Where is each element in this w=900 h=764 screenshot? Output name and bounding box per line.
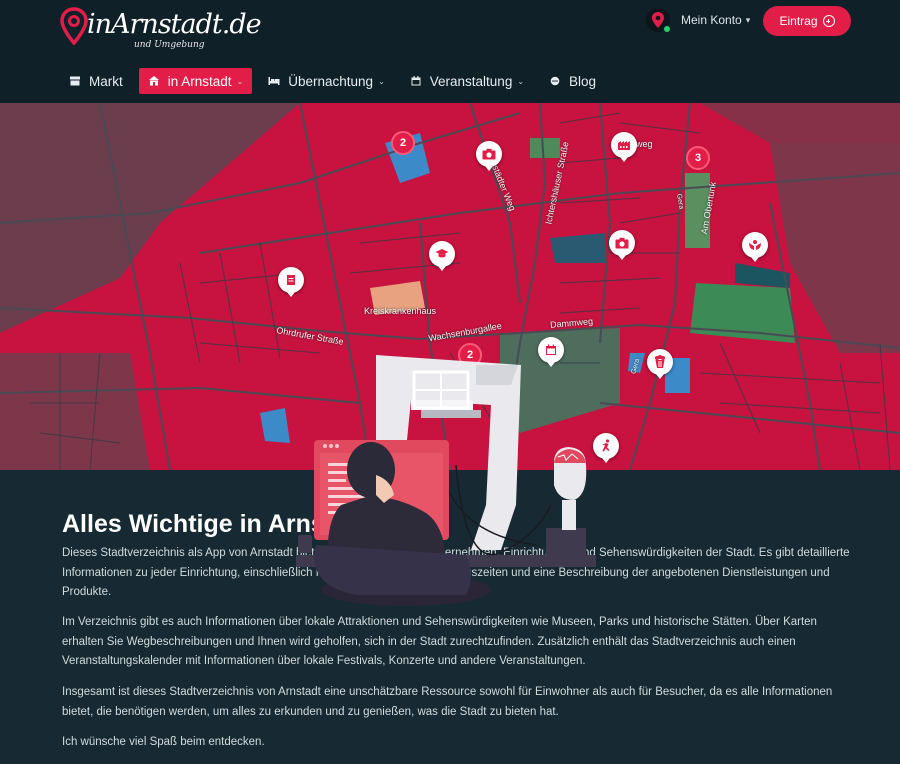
- calendar-icon: [411, 76, 421, 86]
- map-label-hospital: Kreiskrankenhaus: [364, 306, 437, 316]
- bed-icon: [268, 77, 280, 85]
- nav-item-blog[interactable]: Blog: [540, 68, 605, 94]
- nav-label: Übernachtung: [288, 73, 374, 89]
- chevron-down-icon: ▾: [745, 14, 751, 25]
- hands-icon: [749, 240, 761, 250]
- account-label: Mein Konto: [681, 13, 742, 27]
- account-menu[interactable]: Mein Konto ▾: [646, 8, 751, 33]
- logo-wordmark: inArnstadt.de: [87, 9, 262, 40]
- camera-icon: [482, 148, 496, 160]
- map-marker[interactable]: [278, 267, 304, 297]
- map-marker[interactable]: [742, 232, 768, 262]
- nav-item-in-arnstadt[interactable]: in Arnstadt ⌄: [138, 68, 253, 94]
- logo-tagline: und Umgebung: [134, 40, 205, 50]
- nav-item-markt[interactable]: Markt: [60, 68, 132, 94]
- nav-label: in Arnstadt: [167, 73, 232, 89]
- street-label: weg: [636, 139, 653, 149]
- nav-item-veranstaltung[interactable]: Veranstaltung ⌄: [401, 68, 533, 94]
- robot-arm-illustration: [286, 355, 596, 606]
- online-status-dot: [663, 25, 671, 33]
- nav-label: Markt: [89, 73, 123, 89]
- map-marker[interactable]: [593, 433, 619, 463]
- plus-circle-icon: [822, 15, 835, 27]
- nav-item-uebernachtung[interactable]: Übernachtung ⌄: [259, 68, 394, 94]
- add-entry-label: Eintrag: [779, 14, 818, 28]
- graduation-cap-icon: [435, 249, 449, 258]
- site-header: inArnstadt.de und Umgebung Mein Konto ▾ …: [0, 0, 900, 103]
- running-icon: [602, 439, 610, 452]
- main-nav: Markt in Arnstadt ⌄ Übernachtung ⌄ Veran…: [60, 68, 612, 94]
- chevron-down-icon: ⌄: [378, 76, 385, 86]
- map-cluster[interactable]: 3: [686, 146, 710, 170]
- map-cluster[interactable]: 2: [391, 131, 415, 155]
- nav-label: Veranstaltung: [429, 73, 513, 89]
- site-logo[interactable]: inArnstadt.de und Umgebung: [60, 7, 262, 53]
- hero-illustration: [286, 345, 596, 607]
- intro-paragraph: Im Verzeichnis gibt es auch Informatione…: [62, 616, 817, 668]
- document-icon: [287, 275, 295, 285]
- map-marker[interactable]: [647, 349, 673, 379]
- intro-paragraph: Ich wünsche viel Spaß beim entdecken.: [62, 736, 265, 748]
- add-entry-button[interactable]: Eintrag: [763, 6, 851, 36]
- intro-paragraph: Insgesamt ist dieses Stadtverzeichnis vo…: [62, 686, 833, 718]
- nav-label: Blog: [569, 73, 597, 89]
- account-avatar: [646, 8, 671, 33]
- map-marker[interactable]: [429, 241, 455, 271]
- chat-icon: [550, 76, 560, 86]
- chevron-down-icon: ⌄: [517, 76, 525, 86]
- factory-icon: [618, 141, 630, 150]
- map-marker[interactable]: [609, 230, 635, 260]
- chevron-down-icon: ⌄: [236, 76, 244, 86]
- camera-icon: [615, 237, 629, 249]
- map-marker[interactable]: [611, 132, 637, 162]
- store-icon: [70, 76, 80, 86]
- popcorn-icon: [655, 355, 665, 368]
- map-pin-logo-icon: [60, 7, 88, 45]
- map-marker[interactable]: [476, 141, 502, 171]
- landmark-icon: [148, 76, 159, 86]
